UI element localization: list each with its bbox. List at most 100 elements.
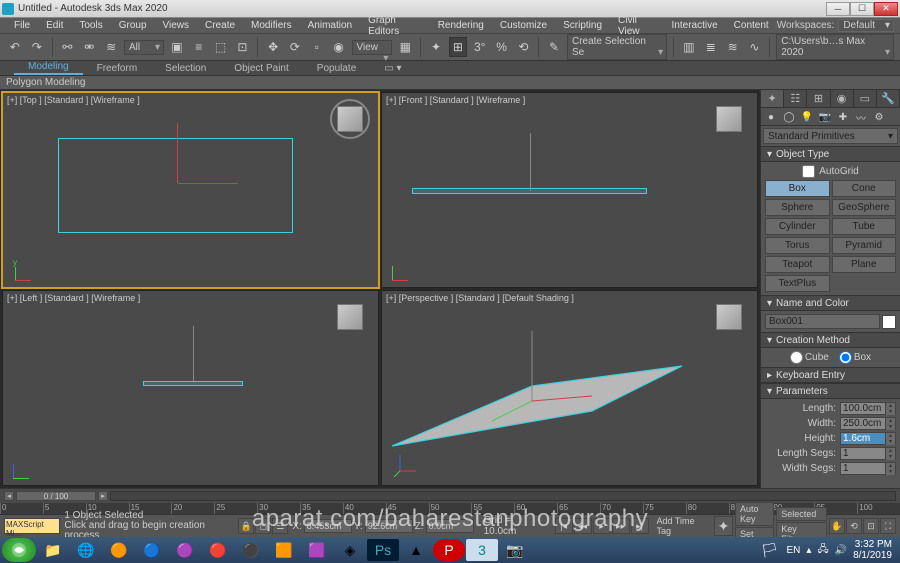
primitive-tube-button[interactable]: Tube (832, 218, 897, 235)
tab-objectpaint[interactable]: Object Paint (220, 62, 302, 75)
key-target-dropdown[interactable]: Selected (776, 507, 827, 521)
zoom-extents-button[interactable]: ⊡ (863, 518, 879, 534)
x-coord-input[interactable]: 8.453cm (304, 519, 352, 533)
close-button[interactable]: ✕ (874, 2, 898, 16)
tab-modeling[interactable]: Modeling (14, 60, 83, 75)
taskbar-vs-icon[interactable]: 🟪 (301, 539, 333, 561)
orbit-button[interactable]: ⟲ (846, 518, 862, 534)
z-coord-input[interactable]: 0.0cm (426, 519, 474, 533)
shapes-button[interactable]: ◯ (781, 110, 797, 124)
mirror-button[interactable]: ▥ (680, 37, 698, 57)
viewport-front[interactable]: [+] [Front ] [Standard ] [Wireframe ] (381, 92, 758, 288)
y-coord-input[interactable]: 92.6cm (365, 519, 413, 533)
rollout-parameters[interactable]: ▾ Parameters (761, 383, 900, 399)
start-button[interactable] (2, 538, 36, 562)
taskbar-3dsmax-icon[interactable]: 3 (466, 539, 498, 561)
time-slider-track[interactable]: 0 / 100 (16, 491, 96, 501)
gizmo-x-axis[interactable] (178, 183, 238, 184)
display-tab[interactable]: ▭ (854, 90, 877, 107)
rollout-creation-method[interactable]: ▾ Creation Method (761, 332, 900, 348)
viewport-perspective[interactable]: [+] [Perspective ] [Standard ] [Default … (381, 290, 758, 486)
selection-sets-button[interactable]: ☲ (272, 518, 288, 534)
select-region-button[interactable]: ⬚ (212, 37, 230, 57)
object-color-swatch[interactable] (882, 315, 896, 329)
menu-grapheditors[interactable]: Graph Editors (360, 15, 430, 37)
primitive-teapot-button[interactable]: Teapot (765, 256, 830, 273)
select-by-name-button[interactable]: ≡ (190, 37, 208, 57)
height-spinner[interactable]: 1.6cm▴▾ (840, 432, 896, 445)
taskbar-ie-icon[interactable]: 🌐 (70, 539, 102, 561)
viewport-label[interactable]: [+] [Top ] [Standard ] [Wireframe ] (7, 95, 140, 105)
tray-expand-icon[interactable]: ▴ (806, 545, 811, 556)
autogrid-checkbox[interactable] (802, 165, 815, 178)
spacewarps-button[interactable]: 〰 (853, 110, 869, 124)
goto-end-button[interactable]: ▸| (631, 518, 649, 534)
rollout-keyboard-entry[interactable]: ▸ Keyboard Entry (761, 367, 900, 383)
taskbar-media-icon[interactable]: 🟠 (103, 539, 135, 561)
menu-scripting[interactable]: Scripting (555, 20, 610, 31)
create-tab[interactable]: ✦ (761, 90, 784, 107)
object-wireframe[interactable] (143, 381, 243, 386)
project-path-dropdown[interactable]: C:\Users\b…s Max 2020 (776, 34, 894, 60)
viewcube[interactable] (330, 99, 370, 139)
viewcube[interactable] (709, 99, 749, 139)
bind-button[interactable]: ≋ (102, 37, 120, 57)
time-slider-prev[interactable]: ◂ (4, 491, 14, 501)
modify-tab[interactable]: ☷ (784, 90, 807, 107)
creation-box-radio[interactable] (839, 351, 852, 364)
menu-animation[interactable]: Animation (300, 20, 360, 31)
autokey-button[interactable]: Auto Key (735, 502, 774, 526)
viewport-label[interactable]: [+] [Left ] [Standard ] [Wireframe ] (7, 293, 140, 303)
minimize-button[interactable]: ─ (826, 2, 850, 16)
ribbon-config-button[interactable]: ▭ ▾ (370, 62, 415, 75)
workspaces-dropdown[interactable]: Default (838, 19, 894, 32)
link-button[interactable]: ⚯ (59, 37, 77, 57)
scale-button[interactable]: ▫ (308, 37, 326, 57)
pivot-button[interactable]: ▦ (396, 37, 414, 57)
rollout-object-type[interactable]: ▾ Object Type (761, 146, 900, 162)
tray-lang[interactable]: EN (787, 545, 801, 556)
unlink-button[interactable]: ⚮ (80, 37, 98, 57)
edit-selection-button[interactable]: ✎ (545, 37, 563, 57)
snap-toggle-button[interactable]: ⊞ (449, 37, 467, 57)
next-frame-button[interactable]: ▸▸ (612, 518, 630, 534)
taskbar-explorer-icon[interactable]: 📁 (37, 539, 69, 561)
helpers-button[interactable]: ✚ (835, 110, 851, 124)
menu-views[interactable]: Views (155, 20, 198, 31)
undo-button[interactable]: ↶ (6, 37, 24, 57)
time-slider-next[interactable]: ▸ (98, 491, 108, 501)
tab-selection[interactable]: Selection (151, 62, 220, 75)
primitive-torus-button[interactable]: Torus (765, 237, 830, 254)
menu-interactive[interactable]: Interactive (664, 20, 726, 31)
layers-button[interactable]: ≋ (724, 37, 742, 57)
motion-tab[interactable]: ◉ (831, 90, 854, 107)
maximize-button[interactable]: ☐ (850, 2, 874, 16)
manipulate-button[interactable]: ✦ (427, 37, 445, 57)
viewport-top[interactable]: [+] [Top ] [Standard ] [Wireframe ] y (2, 92, 379, 288)
key-mode-button[interactable]: ✦ (714, 516, 733, 536)
move-button[interactable]: ✥ (264, 37, 282, 57)
rotate-button[interactable]: ⟳ (286, 37, 304, 57)
gizmo-z-axis[interactable] (530, 133, 531, 191)
lock-selection-button[interactable]: 🔒 (238, 518, 254, 534)
category-dropdown[interactable]: Standard Primitives (763, 128, 898, 144)
taskbar-unity-icon[interactable]: ◈ (334, 539, 366, 561)
primitive-cylinder-button[interactable]: Cylinder (765, 218, 830, 235)
lights-button[interactable]: 💡 (799, 110, 815, 124)
menu-content[interactable]: Content (726, 20, 777, 31)
viewcube[interactable] (330, 297, 370, 337)
tray-flag-icon[interactable]: 🏳 (759, 539, 781, 561)
percent-snap-button[interactable]: % (493, 37, 511, 57)
taskbar-camera-icon[interactable]: 📷 (499, 539, 531, 561)
tab-freeform[interactable]: Freeform (83, 62, 152, 75)
viewport-label[interactable]: [+] [Front ] [Standard ] [Wireframe ] (386, 95, 525, 105)
gizmo-z-axis[interactable] (193, 326, 194, 381)
redo-button[interactable]: ↷ (28, 37, 46, 57)
primitive-sphere-button[interactable]: Sphere (765, 199, 830, 216)
time-slider-bar[interactable] (110, 491, 896, 501)
gizmo-y-axis[interactable] (177, 123, 178, 183)
cameras-button[interactable]: 📷 (817, 110, 833, 124)
menu-tools[interactable]: Tools (71, 20, 110, 31)
add-time-tag[interactable]: Add Time Tag (653, 516, 711, 536)
taskbar-app-icon[interactable]: ▲ (400, 539, 432, 561)
